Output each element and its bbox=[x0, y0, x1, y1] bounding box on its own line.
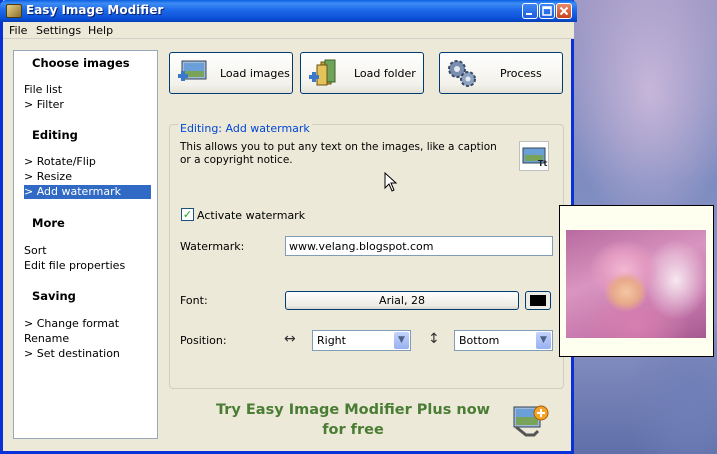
edit-description: This allows you to put any text on the i… bbox=[180, 141, 497, 166]
chevron-down-icon[interactable]: ▼ bbox=[536, 332, 551, 349]
process-label: Process bbox=[500, 67, 542, 80]
load-images-icon bbox=[178, 60, 207, 81]
mouse-cursor-icon bbox=[384, 172, 398, 192]
sidebar: Choose images File list > Filter Editing… bbox=[13, 50, 158, 439]
watermark-label: Watermark: bbox=[180, 240, 245, 253]
minimize-icon bbox=[526, 13, 532, 15]
sidebar-item-file-list[interactable]: File list bbox=[24, 83, 151, 97]
load-images-button[interactable]: Load images bbox=[169, 52, 293, 94]
gears-icon bbox=[448, 60, 476, 87]
sidebar-header-more: More bbox=[32, 216, 65, 230]
horizontal-position-select[interactable]: Right ▼ bbox=[312, 330, 411, 351]
edit-watermark-group: Editing: Add watermark This allows you t… bbox=[169, 122, 564, 389]
close-button[interactable] bbox=[556, 3, 572, 19]
activate-watermark-label: Activate watermark bbox=[197, 209, 306, 222]
sidebar-item-resize[interactable]: > Resize bbox=[24, 170, 151, 184]
menu-file[interactable]: File bbox=[9, 24, 27, 37]
preview-image bbox=[566, 230, 706, 338]
process-button[interactable]: Process bbox=[439, 52, 563, 94]
font-color-swatch bbox=[530, 295, 546, 306]
menu-help[interactable]: Help bbox=[88, 24, 113, 37]
minimize-button[interactable] bbox=[522, 3, 538, 19]
maximize-button[interactable] bbox=[539, 3, 555, 19]
vertical-position-value: Bottom bbox=[459, 334, 500, 347]
sidebar-item-rename[interactable]: Rename bbox=[24, 332, 151, 346]
chevron-down-icon[interactable]: ▼ bbox=[394, 332, 409, 349]
menu-bar: File Settings Help bbox=[3, 22, 574, 39]
app-window: Easy Image Modifier File Settings Help C… bbox=[0, 0, 577, 454]
position-label: Position: bbox=[180, 334, 227, 347]
window-title: Easy Image Modifier bbox=[26, 3, 164, 17]
group-legend: Editing: Add watermark bbox=[178, 122, 312, 135]
watermark-image-icon: Tt bbox=[519, 141, 549, 171]
sidebar-item-rotate-flip[interactable]: > Rotate/Flip bbox=[24, 155, 151, 169]
title-bar[interactable]: Easy Image Modifier bbox=[0, 0, 577, 22]
folder-icon bbox=[309, 59, 336, 86]
horizontal-arrows-icon: ↔ bbox=[284, 331, 296, 347]
horizontal-position-value: Right bbox=[317, 334, 346, 347]
load-folder-button[interactable]: Load folder bbox=[300, 52, 424, 94]
sidebar-item-add-watermark[interactable]: > Add watermark bbox=[24, 185, 151, 199]
vertical-arrows-icon: ↕ bbox=[428, 331, 440, 347]
sidebar-header-saving: Saving bbox=[32, 289, 76, 303]
sidebar-item-change-format[interactable]: > Change format bbox=[24, 317, 151, 331]
watermark-input[interactable] bbox=[285, 236, 553, 256]
svg-text:Tt: Tt bbox=[538, 159, 547, 168]
font-button[interactable]: Arial, 28 bbox=[285, 291, 519, 310]
maximize-icon bbox=[542, 6, 552, 16]
sidebar-header-choose-images: Choose images bbox=[32, 56, 130, 70]
sidebar-item-sort[interactable]: Sort bbox=[24, 244, 151, 258]
activate-watermark-checkbox[interactable]: ✓ bbox=[181, 208, 194, 221]
load-images-label: Load images bbox=[220, 67, 290, 80]
font-label: Font: bbox=[180, 294, 208, 307]
sidebar-header-editing: Editing bbox=[32, 128, 78, 142]
sidebar-item-edit-file-properties[interactable]: Edit file properties bbox=[24, 259, 151, 273]
plus-upgrade-icon[interactable] bbox=[510, 403, 550, 437]
close-icon bbox=[559, 6, 569, 16]
vertical-position-select[interactable]: Bottom ▼ bbox=[454, 330, 553, 351]
app-icon bbox=[6, 4, 22, 18]
menu-settings[interactable]: Settings bbox=[36, 24, 81, 37]
font-color-button[interactable] bbox=[525, 291, 551, 310]
load-folder-label: Load folder bbox=[354, 67, 416, 80]
promo-text[interactable]: Try Easy Image Modifier Plus now for fre… bbox=[203, 400, 503, 440]
sidebar-item-filter[interactable]: > Filter bbox=[24, 98, 151, 112]
sidebar-item-set-destination[interactable]: > Set destination bbox=[24, 347, 151, 361]
watermark-preview bbox=[559, 205, 714, 357]
